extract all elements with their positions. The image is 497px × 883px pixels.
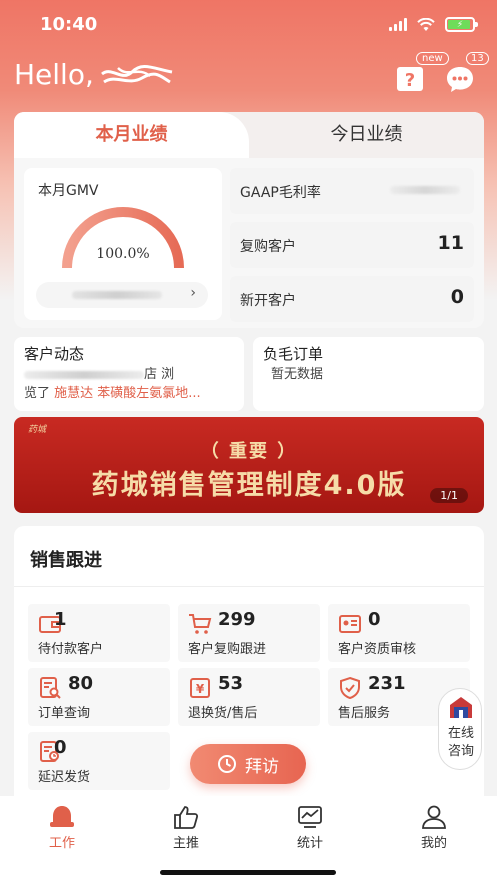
refund-icon: ¥ [190, 678, 210, 698]
gmv-gauge [62, 207, 184, 269]
greeting: Hello, [14, 58, 176, 91]
tab-label: 统计 [296, 836, 323, 851]
tab-work[interactable]: 工作 [22, 804, 102, 851]
visit-button-label: 拜访 [245, 756, 279, 777]
tab-profile[interactable]: 我的 [394, 804, 474, 851]
id-card-icon [339, 615, 361, 633]
online-consult-button[interactable]: 在线 咨询 [438, 688, 482, 770]
customer-activity-card[interactable]: 客户动态 店 浏 览了 施慧达 苯磺酸左氨氯地... [14, 337, 244, 411]
gmv-label: 本月GMV [38, 183, 99, 199]
sales-item-pending-payment[interactable]: 1 待付款客户 [28, 604, 170, 662]
metric-value: 0 [450, 286, 464, 308]
tab-label: 工作 [48, 836, 75, 851]
metric-value: 11 [437, 232, 464, 254]
negative-orders-title: 负毛订单 [263, 345, 324, 363]
negative-orders-card[interactable]: 负毛订单 暂无数据 [253, 337, 484, 411]
online-consult-label: 在线 咨询 [447, 726, 474, 759]
product-link[interactable]: 施慧达 苯磺酸左氨氯地... [54, 386, 201, 401]
sales-item-repurchase[interactable]: 299 客户复购跟进 [178, 604, 320, 662]
customer-activity-text: 店 浏 览了 施慧达 苯磺酸左氨氯地... [24, 367, 201, 401]
customer-activity-title: 客户动态 [24, 345, 85, 363]
shield-check-icon [340, 676, 360, 700]
banner-title: 药城销售管理制度4.0版 [91, 470, 407, 501]
sales-count: 299 [218, 609, 256, 630]
metric-label: GAAP毛利率 [240, 185, 321, 201]
home-indicator [160, 870, 336, 875]
sales-count: 0 [368, 609, 381, 630]
order-search-icon [40, 677, 61, 699]
sales-followup-title: 销售跟进 [30, 550, 102, 571]
promo-banner[interactable]: 药城 （ 重要 ） 药城销售管理制度4.0版 1/1 [14, 417, 484, 513]
sales-count: 53 [218, 673, 244, 694]
negative-orders-empty: 暂无数据 [271, 367, 324, 382]
sales-count: 1 [54, 609, 67, 630]
svg-text:¥: ¥ [196, 682, 205, 696]
store-avatar-icon [450, 697, 472, 718]
metric-gaap-margin[interactable]: GAAP毛利率 [230, 168, 474, 214]
status-icons: ⚡ [389, 17, 478, 32]
clock-icon [218, 755, 236, 773]
sales-count: 231 [368, 673, 406, 694]
tab-statistics[interactable]: 统计 [270, 804, 350, 851]
battery-icon: ⚡ [445, 17, 478, 32]
sales-label: 客户复购跟进 [188, 642, 267, 657]
tab-today-performance[interactable]: 今日业绩 [249, 112, 484, 158]
gmv-detail-link[interactable]: › [36, 282, 208, 308]
performance-card: 本月业绩 今日业绩 本月GMV 100.0% › GAAP毛利率 复购客户 11… [14, 112, 484, 328]
sales-item-qualification[interactable]: 0 客户资质审核 [328, 604, 470, 662]
sales-item-refund[interactable]: ¥ 53 退换货/售后 [178, 668, 320, 726]
status-bar: 10:40 ⚡ [0, 0, 497, 50]
sales-count: 80 [68, 673, 94, 694]
thumbs-up-icon [174, 806, 199, 829]
sales-label: 待付款客户 [38, 642, 104, 657]
visit-button[interactable]: 拜访 [190, 744, 306, 784]
redacted-store-name [24, 370, 144, 379]
chevron-right-icon: › [190, 285, 196, 301]
sales-label: 延迟发货 [38, 770, 91, 785]
metric-label: 复购客户 [240, 239, 296, 255]
chart-icon [298, 806, 322, 828]
sales-label: 售后服务 [338, 706, 391, 721]
tab-label: 主推 [172, 836, 199, 851]
redacted-metric-value [390, 186, 460, 194]
tab-label: 我的 [420, 836, 447, 851]
banner-logo: 药城 [28, 425, 47, 435]
gmv-panel: 本月GMV 100.0% › [24, 168, 222, 320]
wifi-icon [417, 17, 435, 31]
bell-icon [50, 806, 74, 827]
sales-label: 订单查询 [38, 706, 91, 721]
performance-tabs: 本月业绩 今日业绩 [14, 112, 484, 158]
sales-item-delayed-shipping[interactable]: 0 延迟发货 [28, 732, 170, 790]
svg-text:?: ? [405, 70, 415, 91]
banner-page-indicator: 1/1 [430, 488, 468, 503]
sales-label: 退换货/售后 [188, 706, 258, 721]
message-icon[interactable] [444, 63, 476, 95]
cart-icon [189, 614, 212, 634]
sales-label: 客户资质审核 [338, 642, 417, 657]
metric-repeat-customers[interactable]: 复购客户 11 [230, 222, 474, 268]
message-count-badge: 13 [466, 52, 489, 65]
divider [14, 586, 484, 587]
metric-new-customers[interactable]: 新开客户 0 [230, 276, 474, 322]
sales-item-order-query[interactable]: 80 订单查询 [28, 668, 170, 726]
gmv-percent: 100.0% [96, 246, 150, 262]
redacted-username [98, 64, 176, 86]
tab-monthly-performance[interactable]: 本月业绩 [14, 112, 249, 158]
tab-featured[interactable]: 主推 [146, 804, 226, 851]
help-icon[interactable]: ? [394, 63, 426, 95]
sales-count: 0 [54, 737, 67, 758]
redacted-gmv-value [72, 291, 162, 299]
status-time: 10:40 [40, 14, 98, 35]
cellular-signal-icon [389, 18, 407, 31]
metric-label: 新开客户 [240, 293, 296, 309]
greeting-text: Hello, [14, 58, 94, 91]
person-icon [422, 805, 446, 829]
banner-subtitle: （ 重要 ） [200, 441, 298, 462]
